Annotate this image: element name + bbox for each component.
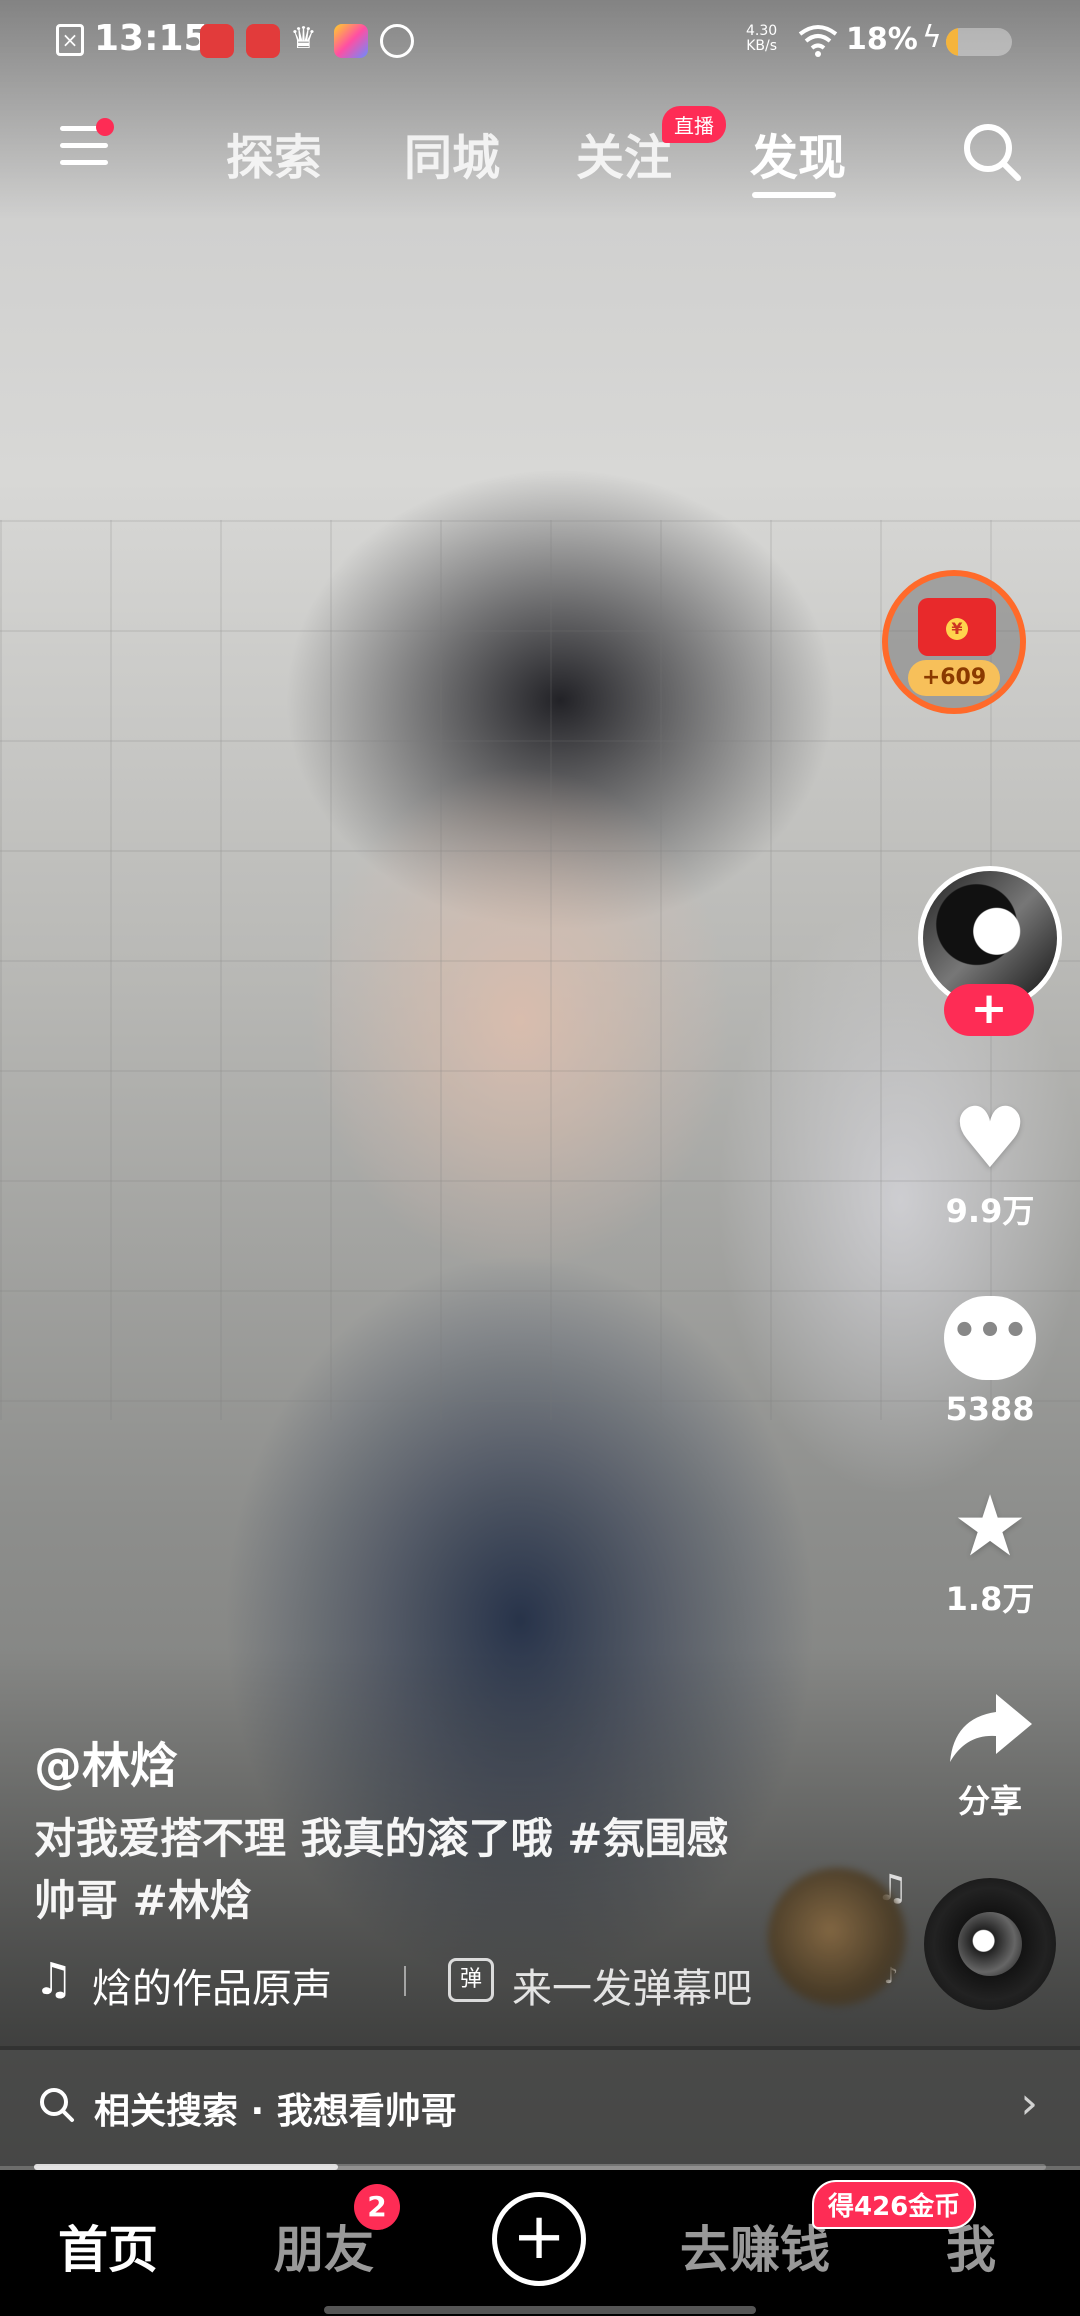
search-icon — [40, 2088, 74, 2122]
message-icon — [380, 24, 414, 58]
battery-fill — [946, 28, 958, 56]
music-cover — [958, 1912, 1022, 1976]
top-nav: 探索 同城 关注 直播 发现 — [0, 100, 1080, 210]
network-speed-unit: KB/s — [746, 38, 777, 54]
chevron-right-icon: › — [1020, 2078, 1038, 2129]
tab-following[interactable]: 关注 — [576, 118, 672, 188]
author-name[interactable]: @林焓 — [34, 1726, 178, 1796]
create-button[interactable]: + — [492, 2192, 586, 2286]
music-title[interactable]: 焓的作品原声 — [92, 1956, 380, 2014]
network-speed-value: 4.30 — [746, 23, 778, 39]
like-count: 9.9万 — [945, 1192, 1035, 1230]
app-red-icon — [200, 24, 234, 58]
live-badge: 直播 — [662, 106, 726, 143]
music-note-icon: ♫ — [34, 1954, 74, 2005]
comment-icon: ••• — [944, 1296, 1036, 1380]
heart-icon: ♥ — [952, 1089, 1028, 1187]
favorite-button[interactable]: ★ 1.8万 — [930, 1478, 1050, 1620]
music-disc[interactable] — [924, 1878, 1056, 2010]
related-search-bar[interactable]: 相关搜索 · 我想看帅哥 › — [0, 2046, 1080, 2166]
charging-icon: ϟ — [922, 20, 942, 55]
tab-nearby[interactable]: 同城 — [404, 118, 500, 188]
search-icon[interactable] — [958, 118, 1024, 184]
bottom-nav: 首页 朋友 2 + 去赚钱 得426金币 我 — [0, 2170, 1080, 2316]
star-icon: ★ — [952, 1477, 1028, 1575]
battery-icon — [946, 28, 1012, 56]
related-search-label: 相关搜索 · 我想看帅哥 — [94, 2091, 457, 2132]
active-tab-indicator — [752, 192, 836, 198]
close-notification-icon: × — [56, 24, 84, 56]
hashtag[interactable]: #氛围感 — [567, 1814, 728, 1863]
battery-percentage: 18% — [846, 22, 918, 57]
follow-button[interactable]: + — [944, 984, 1034, 1036]
share-label: 分享 — [957, 1782, 1022, 1820]
description-text: 对我爱搭不理 我真的滚了哦 — [34, 1814, 568, 1863]
comment-count: 5388 — [945, 1390, 1035, 1428]
nav-home[interactable]: 首页 — [58, 2210, 158, 2282]
tab-discover[interactable]: 发现 — [750, 118, 846, 188]
network-speed: 4.30 KB/s — [746, 24, 777, 54]
tab-explore[interactable]: 探索 — [226, 118, 322, 188]
video-description: 对我爱搭不理 我真的滚了哦 #氛围感 帅哥 #林焓 — [34, 1808, 794, 1932]
friends-badge: 2 — [354, 2184, 400, 2230]
comment-button[interactable]: ••• 5388 — [930, 1290, 1050, 1428]
coin-reward-amount: +609 — [908, 660, 1000, 696]
hashtag[interactable]: #林焓 — [133, 1876, 252, 1925]
like-button[interactable]: ♥ 9.9万 — [930, 1090, 1050, 1232]
nav-earn[interactable]: 去赚钱 — [680, 2210, 830, 2282]
share-button[interactable]: 分享 — [930, 1680, 1050, 1822]
menu-notification-dot — [96, 118, 114, 136]
wifi-icon — [798, 25, 838, 57]
danmu-icon: 弹 — [448, 1958, 494, 2002]
coin-reward-widget[interactable]: +609 — [882, 570, 1026, 714]
status-time: 13:15 — [94, 18, 209, 59]
danmu-input[interactable]: 来一发弹幕吧 — [512, 1956, 752, 2014]
red-envelope-icon — [918, 598, 996, 656]
favorite-count: 1.8万 — [945, 1580, 1035, 1618]
app-red-icon — [246, 24, 280, 58]
nav-me[interactable]: 我 — [946, 2210, 996, 2282]
home-indicator[interactable] — [324, 2306, 756, 2314]
colorful-app-icon — [334, 24, 368, 58]
music-row: ♫ 焓的作品原声 弹 来一发弹幕吧 — [34, 1952, 794, 2012]
description-text: 帅哥 — [34, 1876, 133, 1925]
divider — [404, 1966, 406, 1996]
share-icon — [950, 1694, 1032, 1762]
crown-icon: ♛ — [290, 21, 317, 56]
status-bar: × 13:15 ♛ 4.30 KB/s 18% ϟ — [0, 0, 1080, 84]
